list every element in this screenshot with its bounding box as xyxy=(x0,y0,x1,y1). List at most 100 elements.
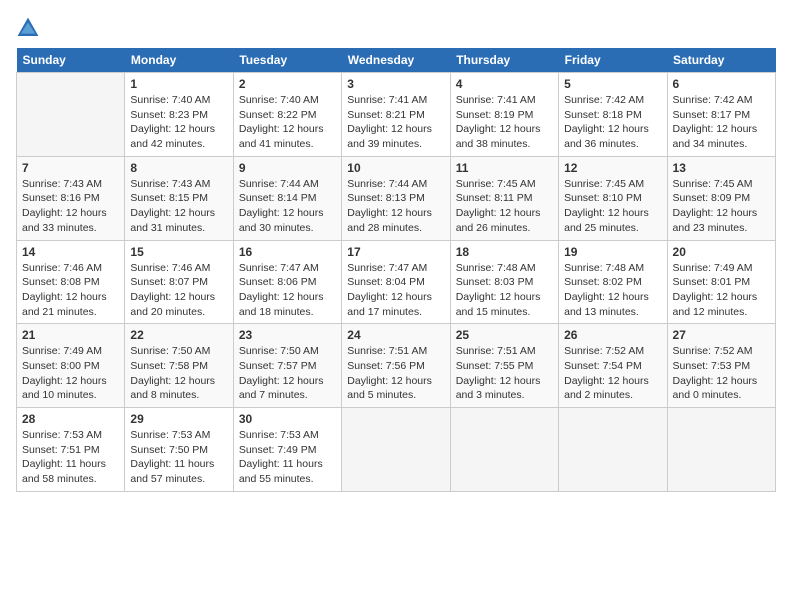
day-cell: 14Sunrise: 7:46 AMSunset: 8:08 PMDayligh… xyxy=(17,240,125,324)
day-info: Sunrise: 7:40 AMSunset: 8:22 PMDaylight:… xyxy=(239,93,336,152)
day-info: Sunrise: 7:53 AMSunset: 7:50 PMDaylight:… xyxy=(130,428,227,487)
day-cell: 23Sunrise: 7:50 AMSunset: 7:57 PMDayligh… xyxy=(233,324,341,408)
day-number: 10 xyxy=(347,161,444,175)
week-row-5: 28Sunrise: 7:53 AMSunset: 7:51 PMDayligh… xyxy=(17,408,776,492)
day-info: Sunrise: 7:44 AMSunset: 8:14 PMDaylight:… xyxy=(239,177,336,236)
day-cell: 21 Sunrise: 7:49 AMSunset: 8:00 PMDayligh… xyxy=(17,324,125,408)
header-sunday: Sunday xyxy=(17,48,125,73)
day-cell: 5 Sunrise: 7:42 AMSunset: 8:18 PMDaylight… xyxy=(559,73,667,157)
day-info: Sunrise: 7:40 AMSunset: 8:23 PMDaylight:… xyxy=(130,93,227,152)
day-number: 7 xyxy=(22,161,119,175)
header-thursday: Thursday xyxy=(450,48,558,73)
logo xyxy=(16,16,44,40)
day-number: 26 xyxy=(564,328,661,342)
day-info: Sunrise: 7:41 AMSunset: 8:19 PMDaylight:… xyxy=(456,93,553,152)
header-monday: Monday xyxy=(125,48,233,73)
day-cell: 22Sunrise: 7:50 AMSunset: 7:58 PMDayligh… xyxy=(125,324,233,408)
header-saturday: Saturday xyxy=(667,48,775,73)
day-cell: 3 Sunrise: 7:41 AMSunset: 8:21 PMDaylight… xyxy=(342,73,450,157)
day-info: Sunrise: 7:53 AMSunset: 7:49 PMDaylight:… xyxy=(239,428,336,487)
day-info: Sunrise: 7:43 AMSunset: 8:16 PMDaylight:… xyxy=(22,177,119,236)
page-header xyxy=(16,16,776,40)
day-cell: 29 Sunrise: 7:53 AMSunset: 7:50 PMDayligh… xyxy=(125,408,233,492)
day-cell: 12 Sunrise: 7:45 AMSunset: 8:10 PMDayligh… xyxy=(559,156,667,240)
day-cell: 4 Sunrise: 7:41 AMSunset: 8:19 PMDaylight… xyxy=(450,73,558,157)
day-number: 28 xyxy=(22,412,119,426)
week-row-2: 7 Sunrise: 7:43 AMSunset: 8:16 PMDaylight… xyxy=(17,156,776,240)
day-cell xyxy=(667,408,775,492)
day-info: Sunrise: 7:52 AMSunset: 7:54 PMDaylight:… xyxy=(564,344,661,403)
day-cell xyxy=(17,73,125,157)
day-cell: 20 Sunrise: 7:49 AMSunset: 8:01 PMDayligh… xyxy=(667,240,775,324)
day-number: 9 xyxy=(239,161,336,175)
day-number: 12 xyxy=(564,161,661,175)
day-cell: 8 Sunrise: 7:43 AMSunset: 8:15 PMDaylight… xyxy=(125,156,233,240)
day-info: Sunrise: 7:51 AMSunset: 7:56 PMDaylight:… xyxy=(347,344,444,403)
day-info: Sunrise: 7:44 AMSunset: 8:13 PMDaylight:… xyxy=(347,177,444,236)
logo-icon xyxy=(16,16,40,40)
day-number: 16 xyxy=(239,245,336,259)
day-info: Sunrise: 7:45 AMSunset: 8:10 PMDaylight:… xyxy=(564,177,661,236)
day-cell: 6 Sunrise: 7:42 AMSunset: 8:17 PMDaylight… xyxy=(667,73,775,157)
days-header-row: SundayMondayTuesdayWednesdayThursdayFrid… xyxy=(17,48,776,73)
day-number: 5 xyxy=(564,77,661,91)
day-number: 11 xyxy=(456,161,553,175)
day-cell: 15Sunrise: 7:46 AMSunset: 8:07 PMDayligh… xyxy=(125,240,233,324)
day-cell: 11Sunrise: 7:45 AMSunset: 8:11 PMDayligh… xyxy=(450,156,558,240)
day-number: 30 xyxy=(239,412,336,426)
day-info: Sunrise: 7:43 AMSunset: 8:15 PMDaylight:… xyxy=(130,177,227,236)
day-number: 1 xyxy=(130,77,227,91)
day-cell: 13 Sunrise: 7:45 AMSunset: 8:09 PMDayligh… xyxy=(667,156,775,240)
day-info: Sunrise: 7:46 AMSunset: 8:08 PMDaylight:… xyxy=(22,261,119,320)
week-row-3: 14Sunrise: 7:46 AMSunset: 8:08 PMDayligh… xyxy=(17,240,776,324)
week-row-4: 21 Sunrise: 7:49 AMSunset: 8:00 PMDayligh… xyxy=(17,324,776,408)
day-info: Sunrise: 7:41 AMSunset: 8:21 PMDaylight:… xyxy=(347,93,444,152)
day-cell: 30 Sunrise: 7:53 AMSunset: 7:49 PMDayligh… xyxy=(233,408,341,492)
day-number: 2 xyxy=(239,77,336,91)
day-cell xyxy=(342,408,450,492)
day-info: Sunrise: 7:48 AMSunset: 8:02 PMDaylight:… xyxy=(564,261,661,320)
day-cell: 18Sunrise: 7:48 AMSunset: 8:03 PMDayligh… xyxy=(450,240,558,324)
day-number: 3 xyxy=(347,77,444,91)
day-cell: 2 Sunrise: 7:40 AMSunset: 8:22 PMDaylight… xyxy=(233,73,341,157)
day-info: Sunrise: 7:49 AMSunset: 8:01 PMDaylight:… xyxy=(673,261,770,320)
day-number: 15 xyxy=(130,245,227,259)
day-info: Sunrise: 7:42 AMSunset: 8:17 PMDaylight:… xyxy=(673,93,770,152)
day-cell xyxy=(559,408,667,492)
week-row-1: 1 Sunrise: 7:40 AMSunset: 8:23 PMDaylight… xyxy=(17,73,776,157)
day-cell: 1 Sunrise: 7:40 AMSunset: 8:23 PMDaylight… xyxy=(125,73,233,157)
day-info: Sunrise: 7:47 AMSunset: 8:06 PMDaylight:… xyxy=(239,261,336,320)
day-info: Sunrise: 7:49 AMSunset: 8:00 PMDaylight:… xyxy=(22,344,119,403)
day-info: Sunrise: 7:52 AMSunset: 7:53 PMDaylight:… xyxy=(673,344,770,403)
day-cell: 19 Sunrise: 7:48 AMSunset: 8:02 PMDayligh… xyxy=(559,240,667,324)
day-cell: 24 Sunrise: 7:51 AMSunset: 7:56 PMDayligh… xyxy=(342,324,450,408)
day-number: 24 xyxy=(347,328,444,342)
header-friday: Friday xyxy=(559,48,667,73)
day-info: Sunrise: 7:47 AMSunset: 8:04 PMDaylight:… xyxy=(347,261,444,320)
day-cell: 28Sunrise: 7:53 AMSunset: 7:51 PMDayligh… xyxy=(17,408,125,492)
day-cell: 25Sunrise: 7:51 AMSunset: 7:55 PMDayligh… xyxy=(450,324,558,408)
day-info: Sunrise: 7:42 AMSunset: 8:18 PMDaylight:… xyxy=(564,93,661,152)
day-cell: 16 Sunrise: 7:47 AMSunset: 8:06 PMDayligh… xyxy=(233,240,341,324)
day-number: 6 xyxy=(673,77,770,91)
day-number: 21 xyxy=(22,328,119,342)
day-number: 8 xyxy=(130,161,227,175)
day-cell: 7 Sunrise: 7:43 AMSunset: 8:16 PMDaylight… xyxy=(17,156,125,240)
day-number: 18 xyxy=(456,245,553,259)
day-number: 20 xyxy=(673,245,770,259)
header-tuesday: Tuesday xyxy=(233,48,341,73)
day-info: Sunrise: 7:51 AMSunset: 7:55 PMDaylight:… xyxy=(456,344,553,403)
day-number: 17 xyxy=(347,245,444,259)
day-number: 27 xyxy=(673,328,770,342)
day-info: Sunrise: 7:45 AMSunset: 8:09 PMDaylight:… xyxy=(673,177,770,236)
day-cell: 26 Sunrise: 7:52 AMSunset: 7:54 PMDayligh… xyxy=(559,324,667,408)
day-number: 19 xyxy=(564,245,661,259)
day-cell: 9 Sunrise: 7:44 AMSunset: 8:14 PMDaylight… xyxy=(233,156,341,240)
day-number: 22 xyxy=(130,328,227,342)
day-cell: 17 Sunrise: 7:47 AMSunset: 8:04 PMDayligh… xyxy=(342,240,450,324)
day-number: 29 xyxy=(130,412,227,426)
day-number: 13 xyxy=(673,161,770,175)
day-number: 4 xyxy=(456,77,553,91)
header-wednesday: Wednesday xyxy=(342,48,450,73)
calendar-table: SundayMondayTuesdayWednesdayThursdayFrid… xyxy=(16,48,776,492)
